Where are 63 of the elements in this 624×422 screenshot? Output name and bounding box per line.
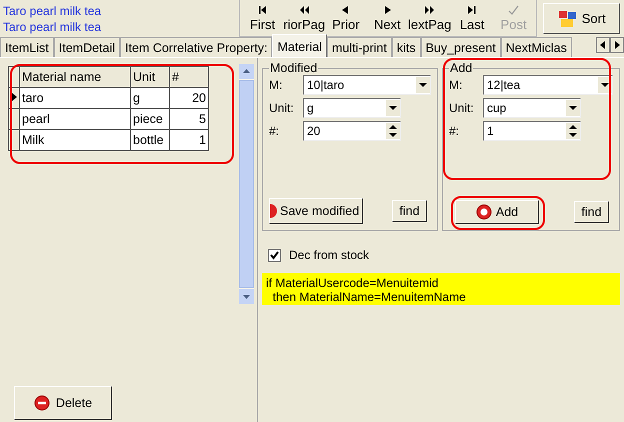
find-button[interactable]: find (392, 200, 427, 222)
field-label: #: (449, 124, 460, 138)
add-button[interactable]: Add (455, 200, 539, 224)
navigator-button[interactable]: Prior (325, 0, 367, 36)
column-header[interactable]: Material name (20, 66, 130, 88)
tab[interactable]: Item Correlative Property: (120, 37, 272, 57)
table-cell: taro (20, 88, 130, 108)
field-label: Unit: (449, 101, 475, 115)
delete-button[interactable]: Delete (14, 386, 112, 420)
navigator-button[interactable]: Last (451, 0, 493, 36)
tab[interactable]: NextMiclas (500, 37, 572, 57)
checkbox-label: Dec from stock (289, 248, 370, 262)
save-modified-button[interactable]: Save modified (269, 198, 364, 224)
dropdown-icon (416, 77, 430, 93)
input-field[interactable]: 20 (303, 121, 401, 141)
input-field[interactable]: 1 (483, 121, 581, 141)
tab[interactable]: Material (272, 34, 327, 57)
field-label: M: (449, 78, 464, 92)
dropdown-icon (386, 100, 400, 116)
tab[interactable]: Buy_present (420, 37, 501, 57)
input-field[interactable]: g (303, 98, 401, 118)
table-cell: g (130, 88, 170, 108)
field-label: M: (269, 78, 284, 92)
column-header[interactable]: # (170, 66, 208, 88)
input-field[interactable]: 12|tea (483, 75, 613, 95)
column-header[interactable]: Unit (130, 66, 170, 88)
checkbox[interactable] (268, 248, 281, 262)
sort-icon (558, 10, 578, 28)
navigator-button[interactable]: lextPag (408, 0, 452, 36)
table-cell: 1 (170, 130, 208, 150)
plus-circle-icon (476, 204, 492, 220)
group-title: Add (449, 61, 474, 75)
minus-circle-icon (34, 395, 50, 411)
spin-icon (386, 123, 400, 139)
table-cell: 20 (170, 88, 208, 108)
dropdown-icon (566, 100, 580, 116)
table-cell: pearl (20, 108, 130, 130)
find-button[interactable]: find (574, 201, 609, 223)
note-line: if MaterialUsercode=Menuitemid (266, 276, 438, 290)
group-title: Modified (269, 61, 318, 75)
row-pointer-icon (11, 92, 17, 102)
item-title: Taro pearl milk tea (3, 2, 102, 18)
scroll-right-icon[interactable] (610, 37, 624, 53)
scrollbar[interactable] (239, 64, 254, 304)
field-label: #: (269, 124, 280, 138)
table-cell: bottle (130, 130, 170, 150)
table-cell: Milk (20, 130, 130, 150)
note-line: then MaterialName=MenuitemName (272, 290, 466, 304)
sort-button[interactable]: Sort (543, 3, 620, 34)
navigator-button[interactable]: Next (366, 0, 408, 36)
field-label: Unit: (269, 101, 295, 115)
navigator-button[interactable]: First (242, 0, 284, 36)
input-field[interactable]: cup (483, 98, 581, 118)
spin-icon (566, 123, 580, 139)
scroll-left-icon[interactable] (596, 37, 610, 53)
table-cell: piece (130, 108, 170, 130)
tab[interactable]: kits (392, 37, 421, 57)
item-title: Taro pearl milk tea (3, 18, 102, 34)
table-cell: 5 (170, 108, 208, 130)
tab[interactable]: ItemList (0, 37, 54, 57)
tab[interactable]: ItemDetail (54, 37, 120, 57)
input-field[interactable]: 10|taro (303, 75, 431, 95)
tab[interactable]: multi-print (326, 37, 392, 57)
